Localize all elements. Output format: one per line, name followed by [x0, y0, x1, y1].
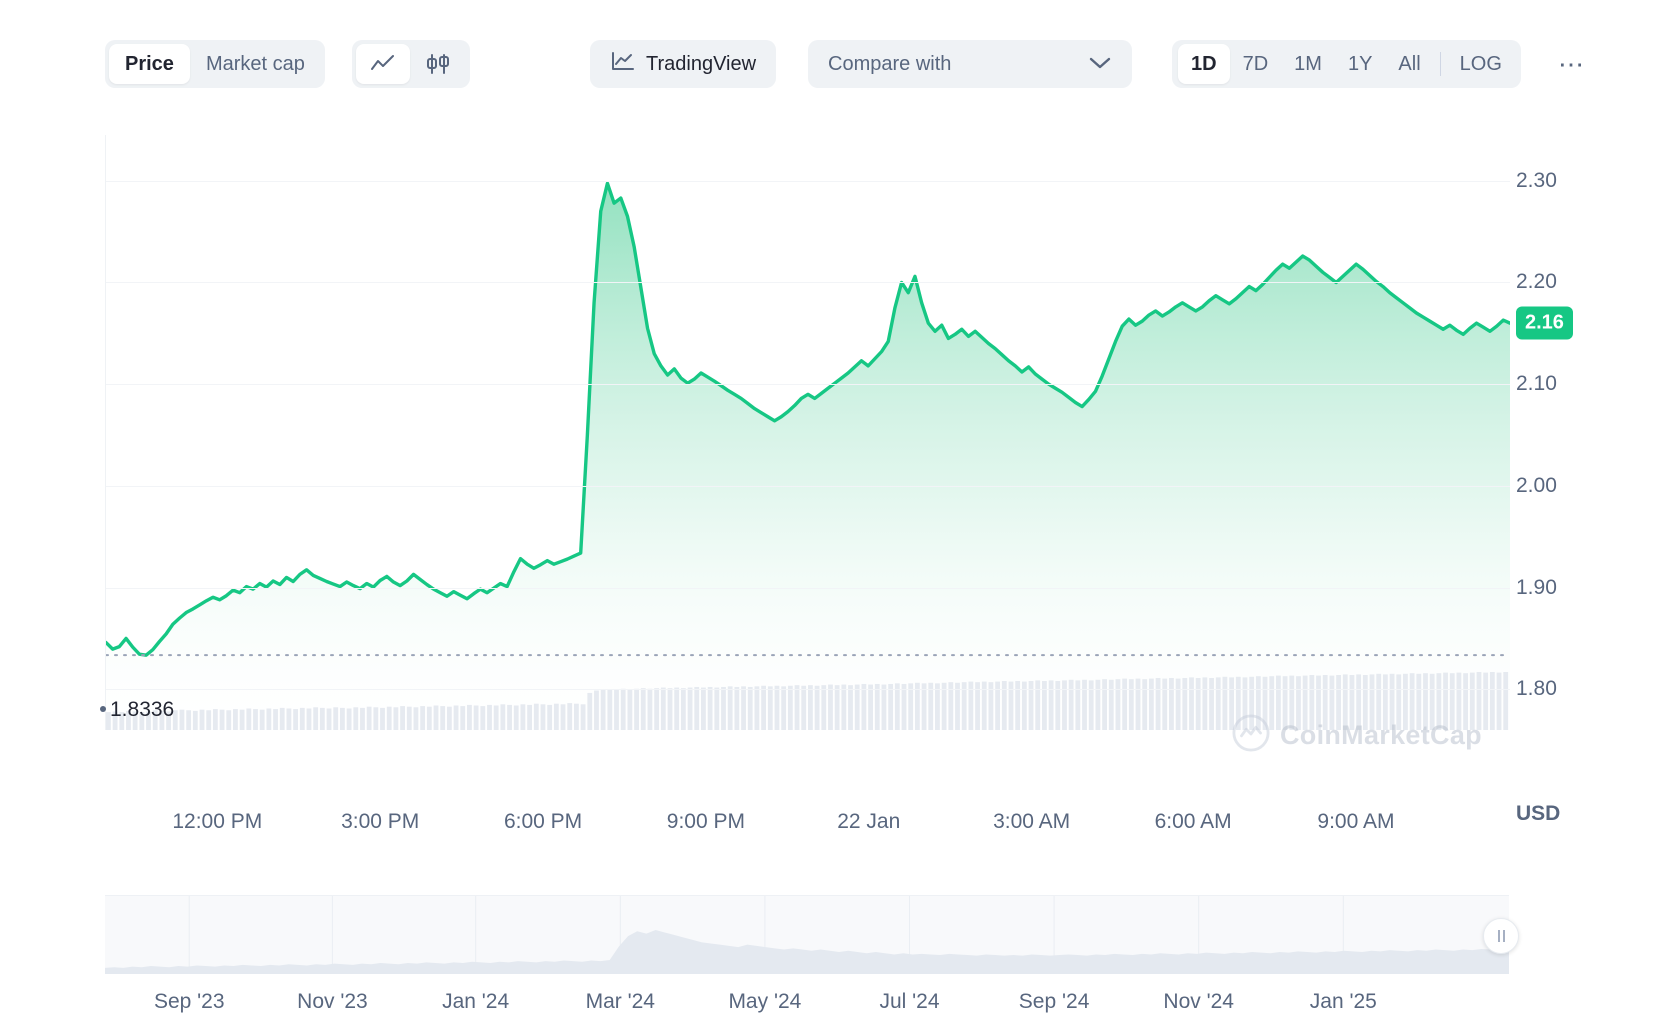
log-scale-toggle[interactable]: LOG	[1447, 44, 1515, 84]
chart-type-toggle-group	[352, 40, 470, 88]
metric-option-market-cap[interactable]: Market cap	[190, 44, 321, 84]
line-chart-icon[interactable]	[356, 44, 410, 84]
gridline	[106, 180, 1510, 182]
navigator-tick-label: Mar '24	[585, 990, 655, 1013]
range-option-7d[interactable]: 7D	[1230, 44, 1282, 84]
plot-area	[104, 135, 1512, 730]
time-tick-label: 6:00 PM	[503, 810, 583, 833]
price-area-fill	[106, 183, 1510, 730]
range-option-1m[interactable]: 1M	[1281, 44, 1335, 84]
range-option-all[interactable]: All	[1385, 44, 1433, 84]
range-navigator[interactable]	[105, 895, 1519, 974]
ellipsis-icon[interactable]: ⋯	[1552, 44, 1592, 84]
candlestick-chart-icon[interactable]	[410, 44, 466, 84]
gridline	[106, 587, 1510, 589]
gridline	[106, 689, 1510, 691]
time-tick-label: 3:00 AM	[993, 810, 1071, 833]
metric-toggle-group: Price Market cap	[105, 40, 325, 88]
coinmarketcap-watermark-text: CoinMarketCap	[1280, 720, 1482, 750]
navigator-tick-label: Jan '25	[1309, 990, 1377, 1013]
navigator-tick-label: May '24	[728, 990, 802, 1013]
gridline	[106, 282, 1510, 284]
time-axis: 12:00 PM 3:00 PM 6:00 PM 9:00 PM 22 Jan 3:00 …	[105, 810, 1509, 850]
compare-with-label: Compare with	[828, 52, 952, 75]
price-axis: 2.30 2.20 2.10 2.00 1.90 1.80 2.16	[1516, 135, 1646, 775]
tradingview-icon	[610, 50, 636, 78]
compare-with-dropdown[interactable]: Compare with	[808, 40, 1132, 88]
drag-handle-bar	[1502, 930, 1505, 942]
time-tick-label: 9:00 AM	[1317, 810, 1395, 833]
navigator-tick-label: Jan '24	[442, 990, 510, 1013]
navigator-tick-label: Jul '24	[879, 990, 940, 1013]
range-option-1y[interactable]: 1Y	[1335, 44, 1385, 84]
navigator-tick-label: Sep '24	[1018, 990, 1090, 1013]
coinmarketcap-watermark: CoinMarketCap	[1232, 714, 1482, 757]
tradingview-label: TradingView	[646, 52, 757, 75]
time-tick-label: 6:00 AM	[1154, 810, 1232, 833]
time-tick-label: 9:00 PM	[666, 810, 746, 833]
chevron-down-icon	[1088, 53, 1112, 76]
low-price-label: 1.8336	[110, 698, 175, 721]
time-range-group: 1D 7D 1M 1Y All LOG	[1172, 40, 1521, 88]
drag-handle-bar	[1497, 930, 1500, 942]
navigator-time-axis: Sep '23 Nov '23 Jan '24 Mar '24 May '24 Jul '…	[105, 990, 1509, 1026]
time-tick-label: 3:00 PM	[341, 810, 420, 833]
metric-option-price[interactable]: Price	[109, 44, 190, 84]
toolbar-divider	[1439, 52, 1441, 76]
tradingview-button[interactable]: TradingView	[590, 40, 777, 88]
y-tick-2-10: 2.10	[1516, 372, 1557, 396]
navigator-tick-label: Nov '24	[1163, 990, 1234, 1013]
current-price-badge: 2.16	[1516, 306, 1573, 340]
y-tick-1-80: 1.80	[1516, 677, 1557, 701]
price-series-svg	[104, 181, 1512, 730]
gridline	[106, 485, 1510, 487]
currency-label: USD	[1516, 802, 1561, 825]
navigator-tick-label: Sep '23	[153, 990, 225, 1013]
low-price-marker-dot	[100, 706, 106, 712]
navigator-tick-label: Nov '23	[297, 990, 368, 1013]
chart-toolbar: Price Market cap TradingView Compare wit…	[0, 0, 1680, 110]
time-tick-label: 22 Jan	[837, 810, 901, 833]
navigator-series	[105, 896, 1509, 974]
y-tick-2-00: 2.00	[1516, 473, 1557, 497]
time-tick-label: 12:00 PM	[172, 810, 263, 833]
y-tick-1-90: 1.90	[1516, 575, 1557, 599]
price-chart: 1.8336 CoinMarketCap 2.30 2.20 2.10 2.00…	[0, 110, 1680, 1013]
coinmarketcap-logo-icon	[1232, 714, 1270, 757]
y-tick-2-20: 2.20	[1516, 270, 1557, 294]
y-tick-2-30: 2.30	[1516, 168, 1557, 192]
gridline	[106, 384, 1510, 386]
navigator-right-handle[interactable]	[1483, 918, 1519, 954]
range-option-1d[interactable]: 1D	[1178, 44, 1230, 84]
